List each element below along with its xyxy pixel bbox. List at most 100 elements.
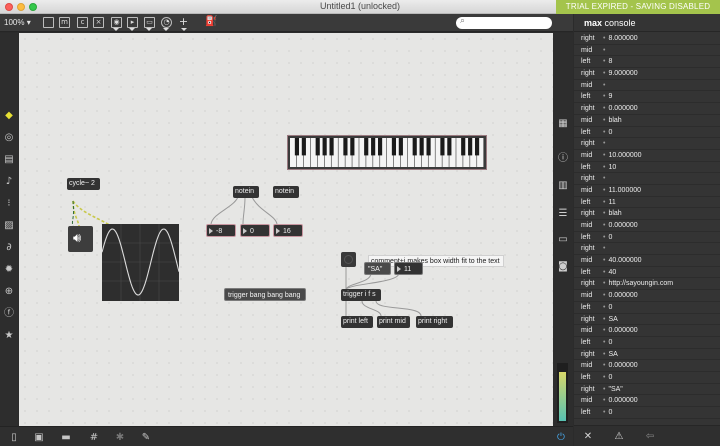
console-row[interactable]: right • 0.000000: [574, 103, 720, 115]
number-box[interactable]: -8: [206, 224, 236, 237]
grid-icon[interactable]: #: [88, 432, 100, 443]
console-row[interactable]: mid • blah: [574, 115, 720, 127]
trigger-bang-message[interactable]: trigger bang bang bang: [224, 288, 306, 301]
console-row[interactable]: left • 11: [574, 197, 720, 209]
gear-icon[interactable]: ✹: [3, 264, 15, 276]
black-key[interactable]: [474, 138, 480, 156]
console-row[interactable]: mid • 40.000000: [574, 255, 720, 267]
console-row[interactable]: left • 0: [574, 127, 720, 139]
paperclip-icon[interactable]: ∂: [3, 242, 15, 254]
black-key[interactable]: [426, 138, 431, 156]
grid-icon[interactable]: ▦: [557, 118, 569, 130]
image-icon[interactable]: ▨: [3, 220, 15, 232]
black-key[interactable]: [294, 138, 300, 156]
console-row[interactable]: right • SA: [574, 314, 720, 326]
black-key[interactable]: [461, 138, 466, 156]
music-note-icon[interactable]: ♪: [3, 176, 15, 188]
black-key[interactable]: [350, 138, 355, 156]
console-row[interactable]: mid • 10.000000: [574, 150, 720, 162]
console-row[interactable]: left • 10: [574, 162, 720, 174]
black-key[interactable]: [412, 138, 417, 156]
black-key[interactable]: [364, 138, 369, 156]
console-row[interactable]: mid •: [574, 80, 720, 92]
console-row[interactable]: left • 0: [574, 372, 720, 384]
console-row[interactable]: right • 8.000000: [574, 33, 720, 45]
console-row[interactable]: right •: [574, 173, 720, 185]
console-row[interactable]: left • 9: [574, 91, 720, 104]
notein-object[interactable]: notein: [233, 186, 259, 198]
console-row[interactable]: right •: [574, 138, 720, 150]
cube-icon[interactable]: ◆: [3, 110, 15, 122]
console-row[interactable]: mid • 0.000000: [574, 220, 720, 232]
black-key[interactable]: [371, 138, 376, 156]
console-row[interactable]: right • "SA": [574, 384, 720, 396]
black-key[interactable]: [301, 138, 306, 156]
console-row[interactable]: left • 0: [574, 232, 720, 244]
trigger-object[interactable]: trigger i f s: [341, 289, 381, 301]
debug-icon[interactable]: ✱: [114, 432, 126, 443]
new-dial-button[interactable]: ◔: [161, 17, 172, 28]
new-comment-button[interactable]: c: [77, 17, 88, 28]
cycle-object[interactable]: cycle~ 2: [67, 178, 100, 190]
notein-object[interactable]: notein: [273, 186, 299, 198]
number-box[interactable]: 11: [394, 262, 423, 275]
book-icon[interactable]: ▥: [557, 180, 569, 192]
black-key[interactable]: [315, 138, 320, 156]
warning-icon[interactable]: ⚠: [613, 431, 625, 443]
new-slider-button[interactable]: ▭: [144, 17, 155, 28]
console-row[interactable]: mid • 0.000000: [574, 360, 720, 372]
lock-icon[interactable]: ▯: [8, 432, 20, 443]
console-row[interactable]: right • http://sayoungin.com: [574, 278, 720, 291]
black-key[interactable]: [391, 138, 397, 156]
console-row[interactable]: right • blah: [574, 208, 720, 220]
comment-icon[interactable]: ▬: [60, 432, 72, 443]
keyboard-slider[interactable]: [287, 135, 487, 170]
console-row[interactable]: left • 0: [574, 337, 720, 349]
console-row[interactable]: right • SA: [574, 349, 720, 361]
patcher-canvas[interactable]: cycle~ 2 🔊︎ notein notein -8 0 16 commen…: [19, 33, 553, 426]
plug-icon[interactable]: ⊕: [3, 286, 15, 298]
new-object-button[interactable]: [43, 17, 54, 28]
number-box[interactable]: 16: [273, 224, 303, 237]
console-row[interactable]: mid •: [574, 45, 720, 57]
info-icon[interactable]: ⓘ: [557, 153, 569, 165]
black-key[interactable]: [468, 138, 473, 156]
camera-icon[interactable]: ◙: [557, 261, 569, 273]
black-key[interactable]: [440, 138, 445, 156]
black-key[interactable]: [329, 138, 334, 156]
bracket-icon[interactable]: ⁝: [3, 198, 15, 210]
back-arrow-icon[interactable]: ⇦: [644, 431, 656, 443]
console-row[interactable]: mid • 0.000000: [574, 290, 720, 302]
circle-icon[interactable]: ◎: [3, 132, 15, 144]
message-box[interactable]: "SA": [364, 262, 391, 275]
console-row[interactable]: left • 0: [574, 302, 720, 314]
add-object-icon[interactable]: +: [178, 16, 189, 28]
console-row[interactable]: right • 9.000000: [574, 68, 720, 80]
search-input[interactable]: ⌕: [456, 16, 552, 29]
number-box[interactable]: 0: [240, 224, 270, 237]
clear-icon[interactable]: ✕: [582, 431, 594, 443]
star-icon[interactable]: ★: [3, 330, 15, 342]
new-toggle-button[interactable]: ×: [93, 17, 104, 28]
black-key[interactable]: [377, 138, 383, 156]
console-row[interactable]: left • 8: [574, 56, 720, 69]
print-mid-object[interactable]: print mid: [377, 316, 410, 328]
film-icon[interactable]: ▤: [3, 154, 15, 166]
power-icon[interactable]: ⏻: [555, 432, 567, 443]
new-message-button[interactable]: m: [59, 17, 70, 28]
console-row[interactable]: left • 40: [574, 267, 720, 279]
console-row[interactable]: mid • 0.000000: [574, 325, 720, 337]
console-row[interactable]: mid • 11.000000: [574, 185, 720, 197]
present-icon[interactable]: ▣: [33, 432, 45, 443]
new-number-button[interactable]: ▸: [127, 17, 138, 28]
list-icon[interactable]: ☰: [557, 208, 569, 220]
new-button-button[interactable]: ◉: [111, 17, 122, 28]
console-row[interactable]: right •: [574, 243, 720, 256]
black-key[interactable]: [343, 138, 348, 156]
columns-icon[interactable]: ▭: [557, 234, 569, 246]
black-key[interactable]: [398, 138, 403, 156]
info-icon[interactable]: ⓕ: [3, 308, 15, 320]
black-key[interactable]: [322, 138, 327, 156]
bang-button[interactable]: [341, 252, 356, 267]
paint-bucket-icon[interactable]: ⛽: [205, 17, 217, 28]
